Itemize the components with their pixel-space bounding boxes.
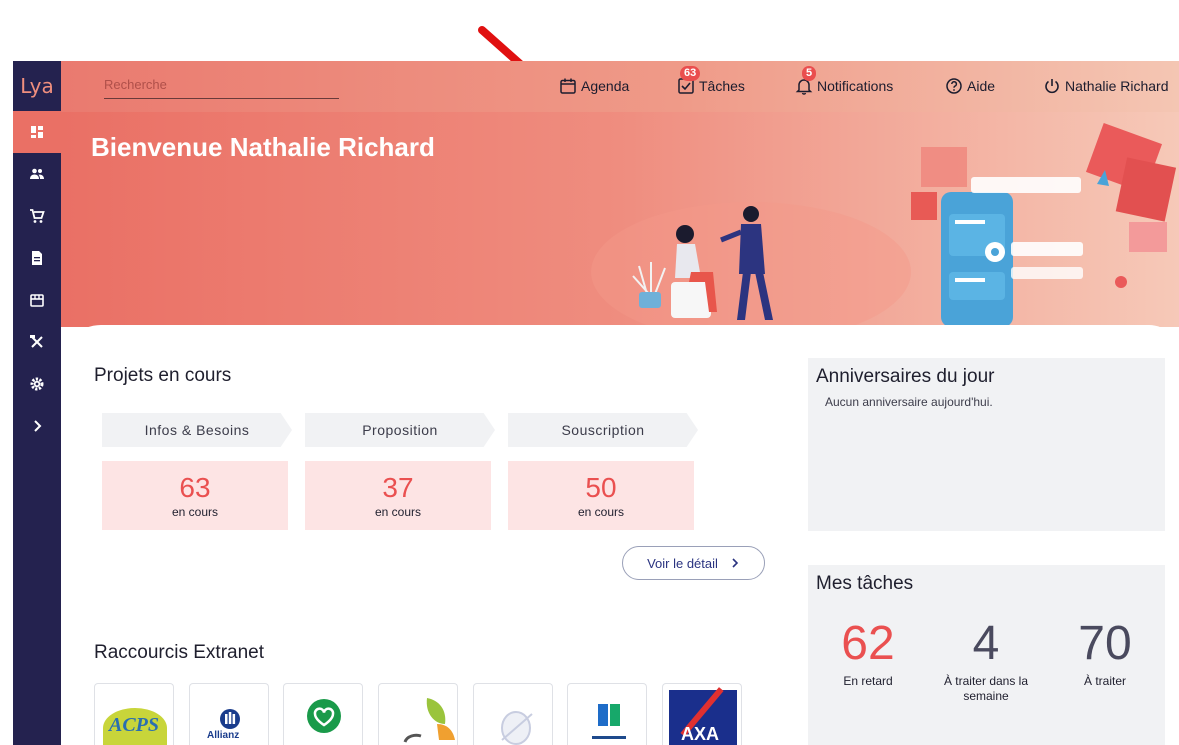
stage-label: Souscription (561, 422, 645, 438)
axa-logo-text: AXA (681, 724, 720, 744)
notifications-label: Notifications (817, 78, 894, 94)
birthdays-title: Anniversaires du jour (816, 366, 995, 387)
shortcut-globe-insurer[interactable] (473, 683, 553, 745)
sidebar-item-users[interactable] (13, 153, 61, 195)
allianz-logo-text: Allianz (207, 730, 240, 741)
shortcut-axa[interactable]: AXA (662, 683, 742, 745)
count-label: en cours (374, 504, 422, 519)
stage-label: Infos & Besoins (144, 422, 250, 438)
stage-label: Proposition (362, 422, 438, 438)
chevron-right-icon (732, 558, 739, 568)
acps-logo-text: ACPS (109, 714, 160, 736)
heart-logo (307, 699, 341, 733)
count-value: 50 (585, 471, 617, 503)
sidebar-item-store[interactable] (13, 279, 61, 321)
cart-icon (30, 209, 45, 223)
store-icon (30, 294, 44, 307)
view-detail-button[interactable]: Voir le détail (622, 546, 765, 580)
gear-icon (30, 377, 44, 391)
notifications-button[interactable]: Notifications 5 (795, 66, 894, 97)
blue-square-logo (592, 704, 626, 739)
help-label: Aide (967, 78, 996, 94)
calendar-icon (560, 78, 576, 94)
help-icon (946, 78, 962, 94)
count-infos-besoins[interactable]: 63 en cours (102, 461, 288, 530)
allianz-logo (220, 709, 240, 729)
agenda-label: Agenda (581, 78, 630, 94)
agenda-button[interactable]: Agenda (559, 75, 629, 97)
tasks-label: Tâches (699, 78, 745, 94)
globe-logo (501, 711, 533, 745)
tasks-button[interactable]: Tâches 63 (677, 66, 745, 97)
birthdays-empty-text: Aucun anniversaire aujourd'hui. (825, 395, 993, 409)
task-overdue[interactable]: 62 En retard (813, 618, 923, 689)
birthdays-card: Anniversaires du jour Aucun anniversaire… (808, 358, 1165, 531)
tasks-badge: 63 (680, 66, 701, 81)
task-this-week[interactable]: 4 À traiter dans la semaine (931, 618, 1041, 704)
search-input[interactable]: Recherche (104, 75, 339, 99)
sidebar-expand[interactable] (13, 405, 61, 447)
notifications-badge: 5 (802, 66, 817, 81)
sidebar-item-tools[interactable] (13, 321, 61, 363)
task-label: À traiter dans la semaine (943, 674, 1029, 703)
shortcut-allianz[interactable]: Allianz (189, 683, 269, 745)
task-value: 4 (972, 617, 1000, 670)
projects-title: Projets en cours (94, 365, 232, 386)
help-button[interactable]: Aide (945, 75, 995, 97)
view-detail-label: Voir le détail (647, 555, 718, 571)
welcome-banner: Bienvenue Nathalie Richard (61, 112, 1179, 327)
stage-infos-besoins[interactable]: Infos & Besoins (102, 413, 292, 447)
shortcut-heart-insurer[interactable] (283, 683, 363, 745)
count-proposition[interactable]: 37 en cours (305, 461, 491, 530)
task-to-do[interactable]: 70 À traiter (1050, 618, 1160, 689)
user-logout-button[interactable]: Nathalie Richard (1043, 75, 1169, 97)
count-value: 63 (179, 471, 211, 503)
chevron-right-icon (34, 420, 42, 432)
stage-souscription[interactable]: Souscription (508, 413, 698, 447)
user-name: Nathalie Richard (1065, 78, 1169, 94)
count-label: en cours (577, 504, 625, 519)
shortcut-leaf-insurer[interactable] (378, 683, 458, 745)
dashboard-icon (31, 126, 43, 138)
sidebar-item-dashboard[interactable] (13, 111, 61, 153)
count-souscription[interactable]: 50 en cours (508, 461, 694, 530)
sidebar-item-settings[interactable] (13, 363, 61, 405)
count-label: en cours (171, 504, 219, 519)
leaf-logo (403, 698, 455, 743)
sidebar-item-documents[interactable] (13, 237, 61, 279)
topbar: Recherche Agenda Tâches 63 Notifications… (61, 61, 1179, 112)
document-icon (32, 251, 42, 265)
tasks-title: Mes tâches (816, 573, 914, 594)
shortcuts-title: Raccourcis Extranet (94, 642, 265, 663)
shortcut-blue-insurer[interactable] (567, 683, 647, 745)
hero-illustration (591, 122, 1177, 327)
sidebar-item-cart[interactable] (13, 195, 61, 237)
task-label: En retard (843, 674, 893, 688)
stage-proposition[interactable]: Proposition (305, 413, 495, 447)
task-value: 62 (841, 617, 895, 670)
tools-icon (30, 335, 43, 348)
task-value: 70 (1078, 617, 1132, 670)
count-value: 37 (382, 471, 414, 503)
shortcut-acps[interactable]: ACPS (94, 683, 174, 745)
axa-logo: AXA (669, 687, 737, 745)
app-logo[interactable]: Lya (13, 61, 61, 111)
welcome-title: Bienvenue Nathalie Richard (91, 132, 435, 162)
sidebar: Lya (13, 61, 61, 745)
power-icon (1045, 79, 1059, 94)
users-icon (30, 168, 44, 179)
task-label: À traiter (1083, 674, 1126, 688)
